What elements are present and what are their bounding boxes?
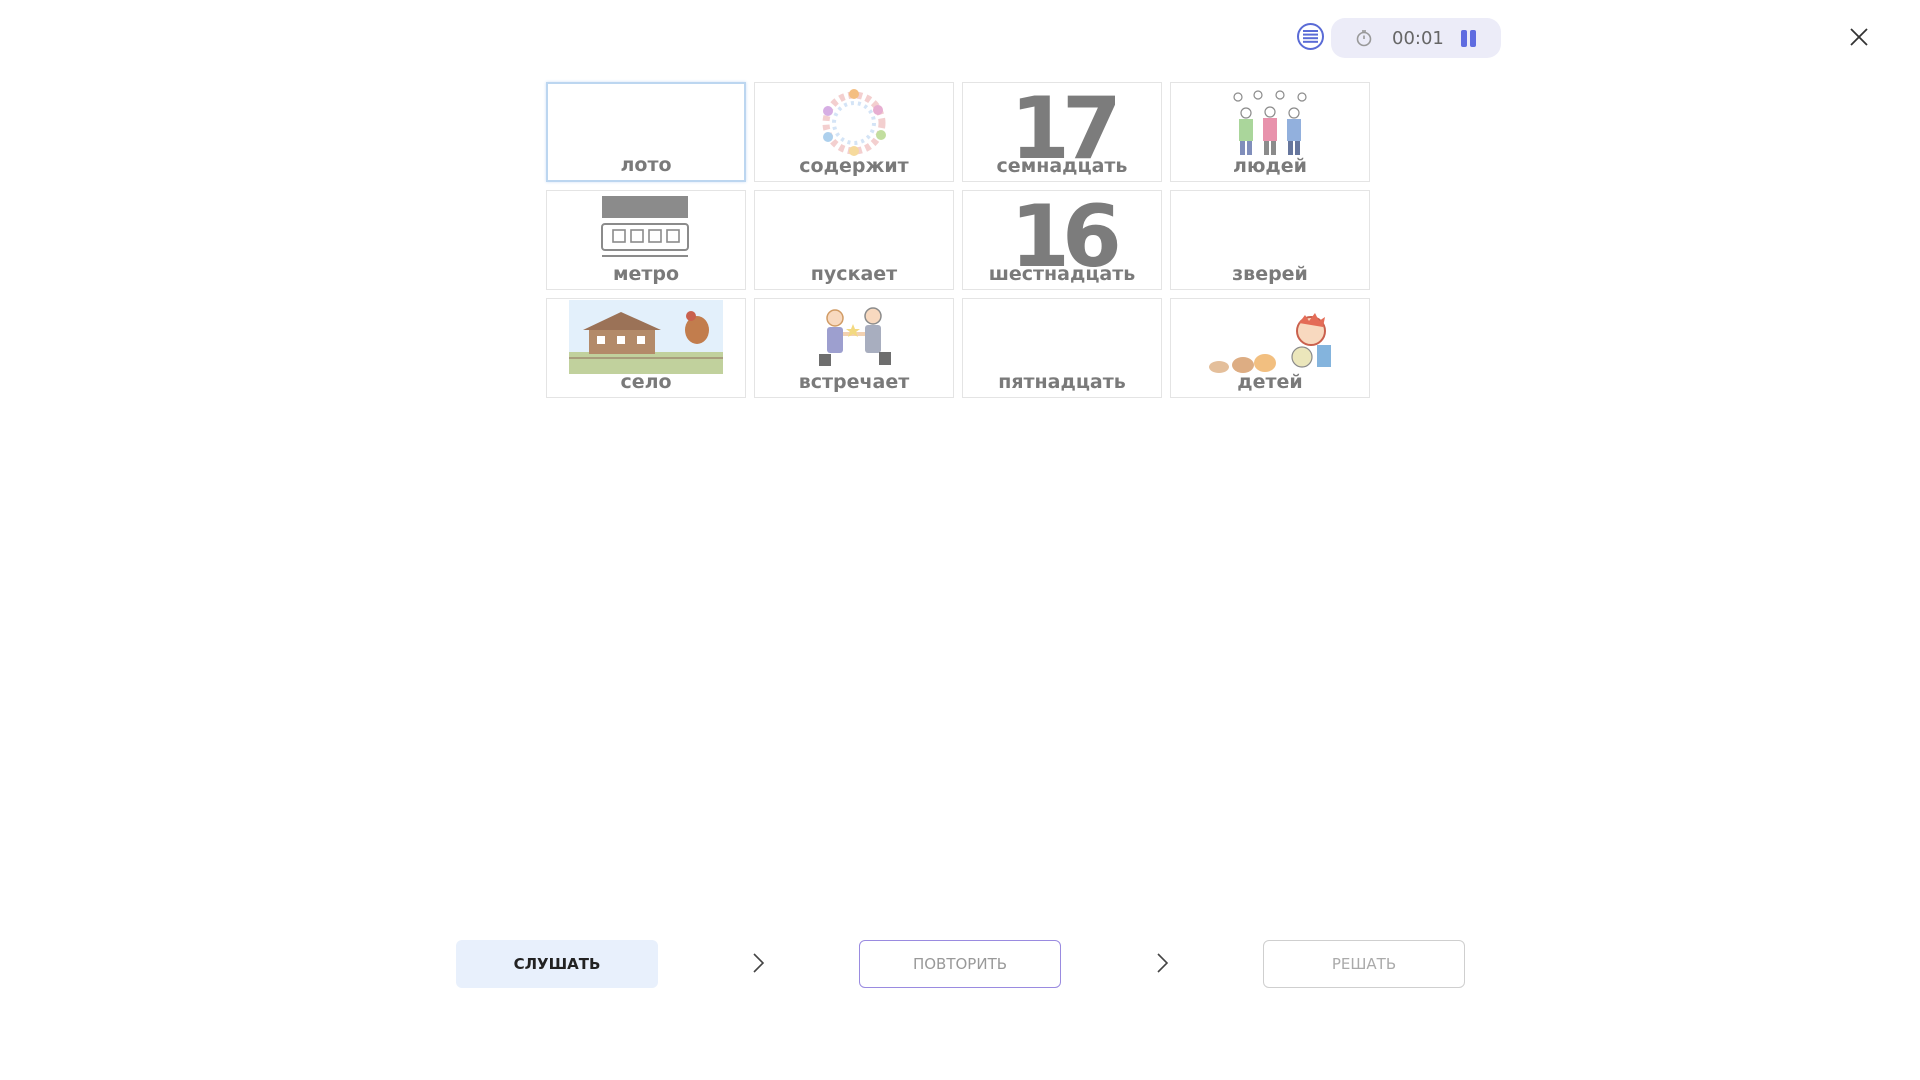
number-16-picture: 16 bbox=[1010, 190, 1122, 287]
listen-button[interactable]: СЛУШАТЬ bbox=[456, 940, 658, 988]
number-17-picture: 17 bbox=[1010, 82, 1122, 179]
repeat-button[interactable]: ПОВТОРИТЬ bbox=[859, 940, 1061, 988]
card-label: лото bbox=[620, 154, 672, 176]
close-icon bbox=[1850, 28, 1868, 46]
timer-value: 00:01 bbox=[1392, 28, 1444, 49]
pause-icon bbox=[1461, 30, 1467, 47]
card-vstrechaet[interactable]: встречает bbox=[754, 298, 954, 398]
card-label: встречает bbox=[798, 371, 910, 393]
card-label: содержит bbox=[799, 155, 909, 177]
solve-button[interactable]: РЕШАТЬ bbox=[1263, 940, 1465, 988]
card-semnadtsat[interactable]: 17 семнадцать bbox=[962, 82, 1162, 182]
card-label: село bbox=[620, 371, 672, 393]
children-picture bbox=[1171, 299, 1369, 374]
card-label: семнадцать bbox=[996, 155, 1128, 177]
card-label: пускает bbox=[810, 263, 898, 285]
close-button[interactable] bbox=[1846, 24, 1872, 50]
card-label: метро bbox=[612, 263, 680, 285]
card-detey[interactable]: детей bbox=[1170, 298, 1370, 398]
timer-panel: 00:01 bbox=[1331, 18, 1501, 58]
village-picture bbox=[547, 299, 745, 374]
metro-train-picture bbox=[547, 191, 745, 266]
card-lyudey[interactable]: людей bbox=[1170, 82, 1370, 182]
card-label: детей bbox=[1237, 371, 1303, 393]
card-picture-empty bbox=[755, 191, 953, 266]
card-loto[interactable]: лото bbox=[546, 82, 746, 182]
card-zverey[interactable]: зверей bbox=[1170, 190, 1370, 290]
menu-button[interactable] bbox=[1297, 23, 1324, 50]
list-icon bbox=[1303, 30, 1318, 43]
card-selo[interactable]: село bbox=[546, 298, 746, 398]
card-label: людей bbox=[1233, 155, 1307, 177]
food-ring-picture bbox=[755, 83, 953, 158]
chevron-right-icon bbox=[753, 953, 765, 973]
card-soderzhit[interactable]: содержит bbox=[754, 82, 954, 182]
card-label: шестнадцать bbox=[988, 263, 1136, 285]
stopwatch-icon bbox=[1356, 30, 1372, 47]
card-picture-empty bbox=[1171, 191, 1369, 266]
card-label: пятнадцать bbox=[998, 371, 1126, 393]
card-shestnadtsat[interactable]: 16 шестнадцать bbox=[962, 190, 1162, 290]
pause-button[interactable] bbox=[1458, 30, 1480, 48]
card-picture-empty bbox=[963, 299, 1161, 374]
card-pyatnadtsat[interactable]: пятнадцать bbox=[962, 298, 1162, 398]
chevron-right-icon bbox=[1157, 953, 1169, 973]
card-label: зверей bbox=[1232, 263, 1308, 285]
card-puskaet[interactable]: пускает bbox=[754, 190, 954, 290]
card-picture-empty bbox=[548, 84, 744, 159]
handshake-picture bbox=[755, 299, 953, 374]
people-group-picture bbox=[1171, 83, 1369, 158]
card-metro[interactable]: метро bbox=[546, 190, 746, 290]
